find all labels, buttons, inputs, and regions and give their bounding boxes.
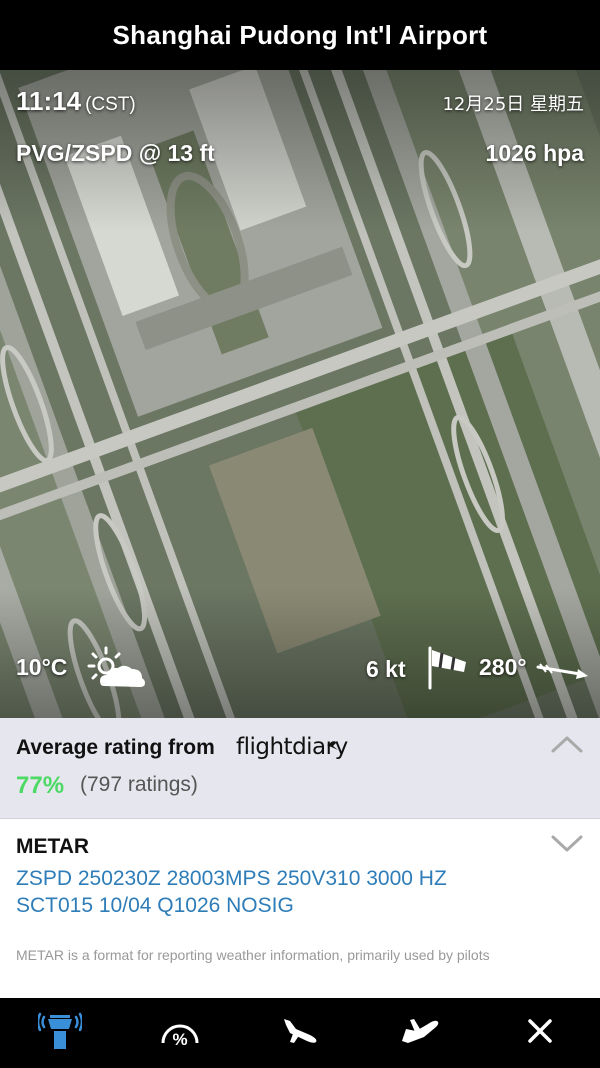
airport-code-elevation: PVG/ZSPD @ 13 ft <box>16 140 215 166</box>
title-bar: Shanghai Pudong Int'l Airport <box>0 0 600 70</box>
tab-close[interactable] <box>480 998 600 1068</box>
temperature-readout: 10°C <box>16 654 68 680</box>
windsock-icon <box>426 646 470 695</box>
flightdiary-plane-icon <box>326 738 340 757</box>
partly-cloudy-icon <box>86 644 148 697</box>
local-time: 11:14 (CST) <box>16 86 136 117</box>
metar-report-line-1: ZSPD 250230Z 28003MPS 250V310 3000 HZ <box>16 867 447 890</box>
rating-heading: Average rating from <box>16 736 215 759</box>
arrivals-icon <box>280 1015 320 1052</box>
time-value: 11:14 <box>16 86 82 116</box>
tab-ratings[interactable]: % <box>120 998 240 1068</box>
wind-direction-readout: 280° <box>479 654 527 680</box>
metar-section[interactable]: METAR ZSPD 250230Z 28003MPS 250V310 3000… <box>0 818 600 999</box>
tab-arrivals[interactable] <box>240 998 360 1068</box>
control-tower-icon <box>36 1011 84 1056</box>
app-screen: Shanghai Pudong Int'l Airport 11:14 (CST… <box>0 0 600 1068</box>
tab-departures[interactable] <box>360 998 480 1068</box>
pressure-readout: 1026 hpa <box>485 140 584 166</box>
tab-tower[interactable] <box>0 998 120 1068</box>
percent-gauge-icon: % <box>159 1013 201 1054</box>
rating-count: (797 ratings) <box>80 773 198 796</box>
timezone-label: (CST) <box>85 94 136 115</box>
chevron-down-icon[interactable] <box>550 833 584 858</box>
chevron-up-icon[interactable] <box>550 734 584 759</box>
metar-heading: METAR <box>16 835 90 858</box>
wind-speed-readout: 6 kt <box>366 656 406 682</box>
rating-section[interactable]: Average rating from flightdiary 77% (797… <box>0 718 600 818</box>
metar-description: METAR is a format for reporting weather … <box>16 947 490 963</box>
departures-icon <box>398 1015 442 1052</box>
metar-report-line-2: SCT015 10/04 Q1026 NOSIG <box>16 894 294 917</box>
wind-arrow-icon <box>536 662 590 687</box>
bottom-tab-bar: % <box>0 998 600 1068</box>
rating-percent: 77% <box>16 772 65 799</box>
satellite-image <box>0 70 600 718</box>
svg-text:%: % <box>172 1030 187 1049</box>
airport-satellite-map[interactable]: 11:14 (CST) 12月25日 星期五 PVG/ZSPD @ 13 ft 1… <box>0 70 600 718</box>
airport-title: Shanghai Pudong Int'l Airport <box>112 19 488 50</box>
close-icon <box>527 1018 553 1049</box>
local-date: 12月25日 星期五 <box>442 94 584 115</box>
